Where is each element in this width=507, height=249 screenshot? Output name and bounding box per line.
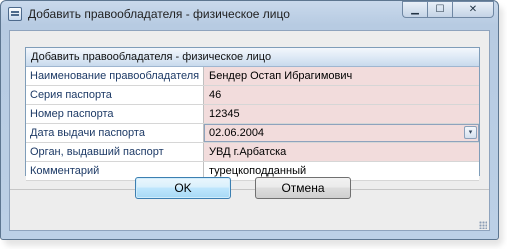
issue-date-input[interactable]: 02.06.2004 ▾ (204, 124, 479, 142)
field-row-passport-series: Серия паспорта 46 (26, 86, 479, 105)
field-row-owner-name: Наименование правообладателя Бендер Оста… (26, 67, 479, 86)
dialog-client-area: Добавить правообладателя - физическое ли… (9, 30, 490, 231)
owner-form-panel: Добавить правообладателя - физическое ли… (25, 47, 480, 181)
cancel-button[interactable]: Отмена (255, 177, 351, 199)
field-row-issue-date: Дата выдачи паспорта 02.06.2004 ▾ (26, 124, 479, 143)
dialog-window: Добавить правообладателя - физическое ли… (0, 0, 499, 240)
maximize-button[interactable]: ☐ (427, 1, 452, 18)
minimize-button[interactable]: ▁ (402, 1, 427, 18)
field-label: Наименование правообладателя (26, 67, 204, 85)
footer-divider (10, 189, 489, 190)
maximize-icon: ☐ (435, 4, 445, 15)
issue-date-value: 02.06.2004 (209, 127, 265, 139)
close-button[interactable]: ✕ (452, 1, 494, 18)
field-row-issuing-authority: Орган, выдавший паспорт УВД г.Арбатска (26, 143, 479, 162)
date-dropdown-button[interactable]: ▾ (464, 126, 477, 139)
field-label: Серия паспорта (26, 86, 204, 104)
close-icon: ✕ (468, 4, 478, 15)
field-label: Дата выдачи паспорта (26, 124, 204, 142)
form-header: Добавить правообладателя - физическое ли… (26, 48, 479, 67)
field-label: Орган, выдавший паспорт (26, 143, 204, 161)
passport-number-input[interactable]: 12345 (204, 105, 479, 123)
minimize-icon: ▁ (411, 4, 419, 15)
ok-button[interactable]: OK (135, 177, 231, 199)
app-icon (8, 7, 22, 21)
resize-grip[interactable] (479, 221, 487, 229)
title-bar[interactable]: Добавить правообладателя - физическое ли… (1, 1, 498, 29)
passport-series-input[interactable]: 46 (204, 86, 479, 104)
issuing-authority-input[interactable]: УВД г.Арбатска (204, 143, 479, 161)
owner-name-input[interactable]: Бендер Остап Ибрагимович (204, 67, 479, 85)
chevron-down-icon: ▾ (468, 129, 473, 136)
field-row-passport-number: Номер паспорта 12345 (26, 105, 479, 124)
field-row-comment: Комментарий турецкоподданный (26, 162, 479, 181)
window-title: Добавить правообладателя - физическое ли… (28, 7, 290, 21)
caption-buttons: ▁ ☐ ✕ (402, 1, 494, 19)
field-label: Номер паспорта (26, 105, 204, 123)
